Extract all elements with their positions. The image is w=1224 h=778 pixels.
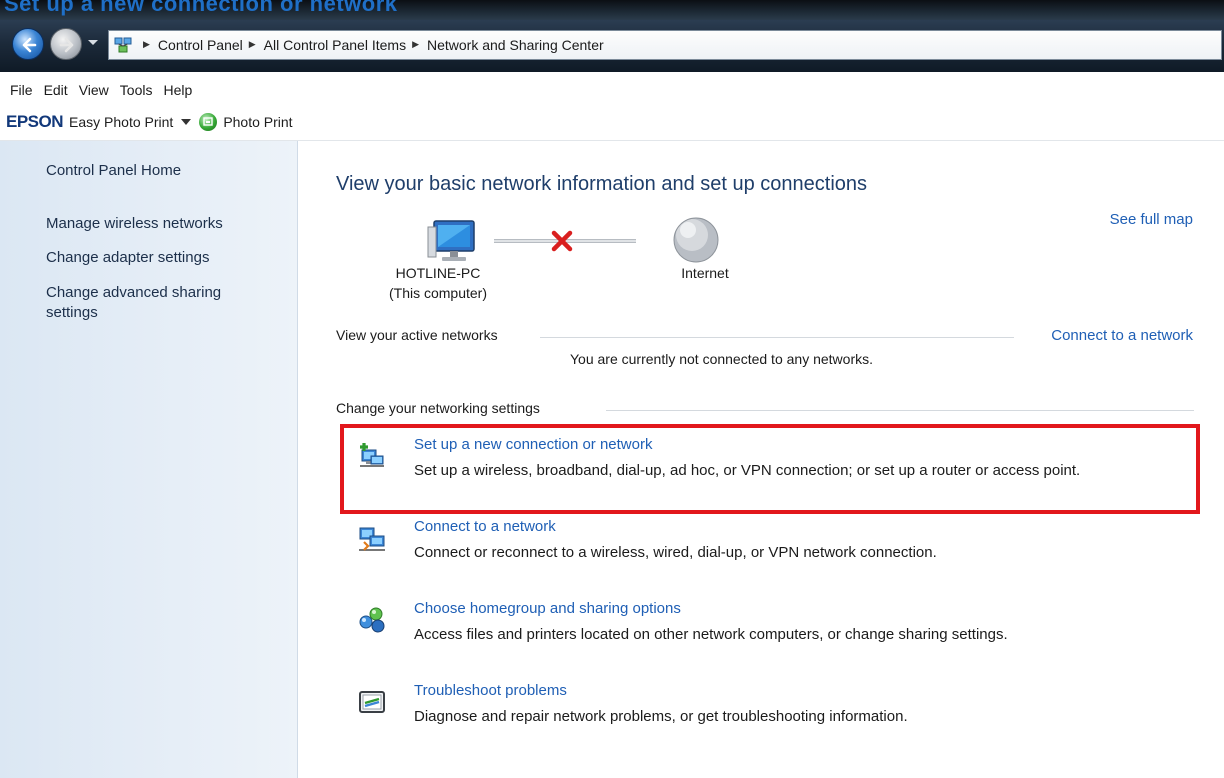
breadcrumb-separator-icon[interactable]: ▶ — [412, 40, 419, 50]
homegroup-icon — [356, 604, 388, 636]
control-panel-home-link[interactable]: Control Panel Home — [46, 161, 276, 181]
page-title: View your basic network information and … — [336, 173, 868, 195]
computer-subtitle: (This computer) — [388, 285, 488, 301]
easy-photo-print-button[interactable]: Easy Photo Print — [69, 114, 173, 130]
breadcrumb-network-center[interactable]: Network and Sharing Center — [427, 37, 604, 53]
change-advanced-sharing-link[interactable]: Change advanced sharing settings — [46, 283, 276, 323]
not-connected-message: You are currently not connected to any n… — [570, 351, 873, 367]
menu-file[interactable]: File — [10, 82, 33, 98]
breadcrumb-control-panel[interactable]: Control Panel — [158, 37, 243, 53]
highlight-annotation-box — [340, 424, 1200, 514]
back-arrow-icon — [22, 37, 37, 53]
left-navigation-pane: Control Panel Home Manage wireless netwo… — [0, 141, 298, 778]
menu-view[interactable]: View — [79, 82, 109, 98]
cut-off-title: Set up a new connection or network — [4, 0, 398, 16]
homegroup-sharing-description: Access files and printers located on oth… — [414, 626, 1008, 643]
breadcrumb-all-items[interactable]: All Control Panel Items — [264, 37, 406, 53]
forward-arrow-icon — [59, 37, 74, 53]
photo-print-icon — [199, 113, 218, 131]
homegroup-sharing-link[interactable]: Choose homegroup and sharing options — [414, 600, 681, 617]
section-divider — [540, 337, 1014, 338]
menu-bar: File Edit View Tools Help — [0, 77, 199, 103]
breadcrumb-separator-icon[interactable]: ▶ — [249, 40, 256, 50]
navigation-bar: ▶ Control Panel ▶ All Control Panel Item… — [0, 20, 1224, 72]
connect-to-network-link[interactable]: Connect to a network — [1051, 327, 1193, 344]
back-button[interactable] — [12, 28, 44, 60]
internet-label: Internet — [681, 265, 729, 281]
change-settings-header: Change your networking settings — [336, 400, 540, 416]
epson-logo: EPSON — [6, 112, 64, 131]
window-title-strip: Set up a new connection or network — [0, 0, 1224, 20]
computer-label: HOTLINE-PC (This computer) — [368, 263, 508, 303]
task-homegroup: Choose homegroup and sharing options Acc… — [356, 600, 1216, 652]
epson-toolbar: EPSON Easy Photo Print Photo Print — [0, 108, 293, 136]
task-troubleshoot: Troubleshoot problems Diagnose and repai… — [356, 682, 1216, 734]
troubleshoot-icon — [356, 686, 388, 718]
task-connect-network: Connect to a network Connect or reconnec… — [356, 518, 1216, 570]
troubleshoot-problems-description: Diagnose and repair network problems, or… — [414, 708, 908, 725]
menu-help[interactable]: Help — [163, 82, 192, 98]
computer-name: HOTLINE-PC — [395, 265, 481, 281]
connect-network-link[interactable]: Connect to a network — [414, 518, 556, 535]
address-bar[interactable]: ▶ Control Panel ▶ All Control Panel Item… — [108, 30, 1222, 60]
manage-wireless-networks-link[interactable]: Manage wireless networks — [46, 214, 276, 234]
internet-globe-icon[interactable] — [673, 217, 719, 263]
menu-tools[interactable]: Tools — [120, 82, 153, 98]
connect-network-icon — [356, 522, 388, 554]
active-networks-header: View your active networks — [336, 327, 498, 343]
change-adapter-settings-link[interactable]: Change adapter settings — [46, 248, 276, 268]
section-divider — [606, 410, 1194, 411]
connect-network-description: Connect or reconnect to a wireless, wire… — [414, 544, 937, 561]
photo-print-button[interactable]: Photo Print — [223, 114, 292, 130]
troubleshoot-problems-link[interactable]: Troubleshoot problems — [414, 682, 567, 699]
breadcrumb-separator-icon[interactable]: ▶ — [143, 40, 150, 50]
network-center-icon — [113, 35, 133, 55]
forward-button[interactable] — [50, 28, 82, 60]
see-full-map-link[interactable]: See full map — [1110, 211, 1193, 228]
computer-icon[interactable] — [427, 220, 475, 261]
chevron-down-icon[interactable] — [181, 119, 192, 125]
menu-edit[interactable]: Edit — [44, 82, 68, 98]
recent-pages-dropdown[interactable] — [88, 40, 98, 45]
